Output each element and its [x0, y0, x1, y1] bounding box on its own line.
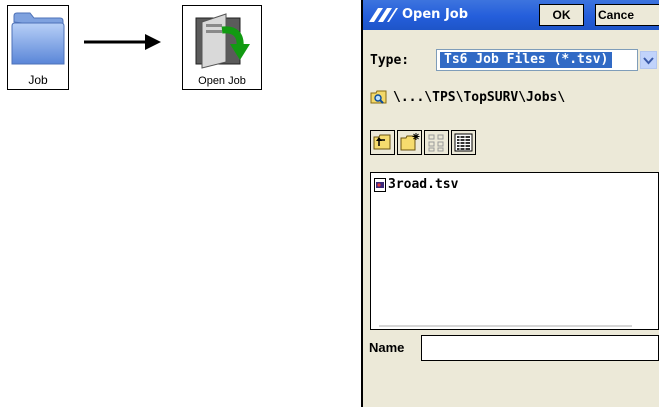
open-folder-icon	[195, 13, 250, 69]
job-tile[interactable]: Job	[7, 5, 69, 90]
cancel-button[interactable]: Cance	[595, 4, 659, 26]
open-job-tile[interactable]: Open Job	[182, 5, 262, 90]
new-folder-button[interactable]	[397, 130, 422, 155]
app-logo-icon	[369, 8, 398, 22]
file-name: 3road.tsv	[388, 177, 459, 192]
type-select[interactable]: Ts6 Job Files (*.tsv)	[436, 49, 638, 71]
name-input[interactable]	[421, 335, 659, 361]
job-file-icon	[374, 178, 386, 192]
list-view-button[interactable]	[424, 130, 449, 155]
type-dropdown-button[interactable]	[640, 51, 657, 69]
folder-icon	[11, 12, 65, 65]
up-folder-button[interactable]	[370, 130, 395, 155]
arrow-right-icon	[84, 34, 161, 50]
open-job-label: Open Job	[198, 75, 246, 87]
name-label: Name	[369, 340, 405, 355]
up-folder-icon	[373, 134, 391, 150]
details-view-icon	[454, 133, 473, 152]
new-folder-icon	[400, 133, 420, 151]
list-view-icon	[428, 134, 444, 152]
ok-button[interactable]: OK	[539, 4, 584, 26]
job-label: Job	[28, 73, 48, 87]
file-list[interactable]: 3road.tsv	[370, 172, 659, 330]
current-path: \...\TPS\TopSURV\Jobs\	[393, 90, 566, 105]
details-view-button[interactable]	[451, 130, 476, 155]
dialog-title: Open Job	[402, 7, 469, 22]
folder-search-icon	[370, 90, 387, 104]
list-bottom-edge	[379, 325, 632, 327]
chevron-down-icon	[643, 57, 654, 65]
type-select-value: Ts6 Job Files (*.tsv)	[440, 52, 613, 68]
type-label: Type:	[370, 53, 410, 68]
